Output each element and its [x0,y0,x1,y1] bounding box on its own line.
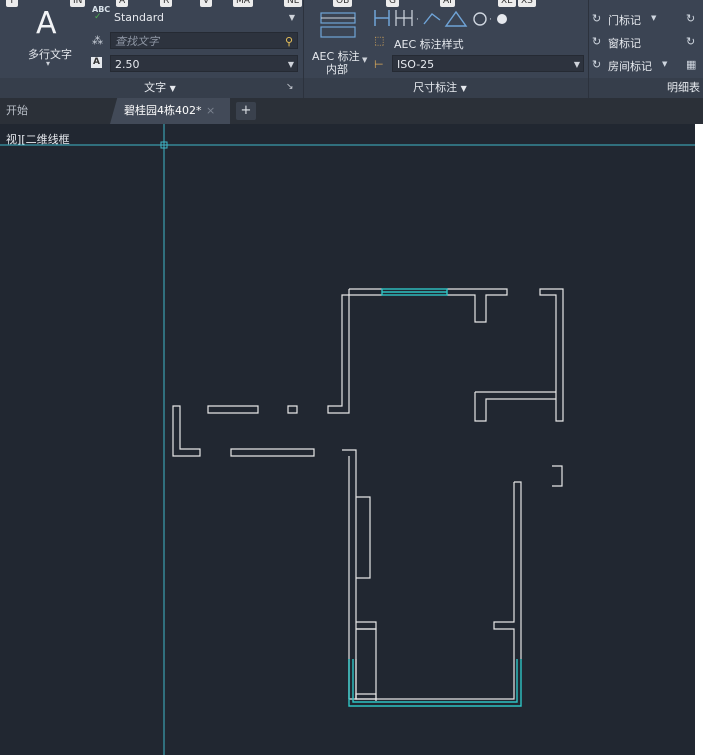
chevron-down-icon: ▼ [651,14,657,22]
wall-segment [447,288,508,323]
find-text-icon: ⁂ [92,34,103,47]
mtext-dropdown-icon: ▾ [46,59,51,68]
text-style-value: Standard [114,11,165,24]
wall-segment [493,481,522,659]
dimension-tools-icons[interactable]: · · [372,6,522,28]
room-mark-icon: ↻ [592,58,602,71]
big-text-icon: A [36,6,57,41]
shortcut-key: R [160,0,173,7]
chevron-down-icon: ▼ [460,84,467,93]
spell-check-mark-icon: ✓ [94,12,102,22]
tab-start[interactable]: 开始 [0,98,110,124]
dimension-style-value: ISO-25 [397,58,435,71]
dim-style-icon: ⊢ [374,58,384,71]
dimension-panel-title-label: 尺寸标注 [413,81,458,94]
text-panel-title-label: 文字 [144,81,167,94]
ribbon: T IN A R V MA NE A 多行文字 ▾ ABC ✓ Standard… [0,0,703,98]
window-lines [348,288,522,707]
chevron-down-icon: ▼ [169,84,176,93]
svg-text:·: · [489,15,492,25]
panel-separator [303,0,304,98]
floor-plan-drawing[interactable] [0,124,703,755]
text-height-combo[interactable]: 2.50 ▼ [110,55,298,72]
wall-segment [355,659,515,700]
find-text-placeholder: 查找文字 [115,35,159,48]
tab-drawing-label: 碧桂园4栋402* [124,104,202,117]
dimension-panel-title[interactable]: 尺寸标注 ▼ [380,79,500,97]
text-height-icon: A [91,57,102,68]
wall-segment [230,448,315,457]
document-tab-bar: 开始 碧桂园4栋402* × + [0,98,703,124]
aec-dimension-sublabel: 内部 [326,63,348,76]
add-tab-button[interactable]: + [236,102,256,120]
aec-dimension-button[interactable]: AEC 标注 内部 ▼ [308,6,368,76]
wall-segment [342,449,377,700]
window-mark-button[interactable]: 窗标记 [608,35,641,51]
text-style-combo[interactable]: Standard ▼ [110,9,298,26]
aec-style-label[interactable]: AEC 标注样式 [394,36,464,52]
find-text-input[interactable]: 查找文字 ⚲ [110,32,298,49]
shortcut-key: T [6,0,18,7]
cad-application: T IN A R V MA NE A 多行文字 ▾ ABC ✓ Standard… [0,0,703,755]
close-icon[interactable]: × [206,98,215,124]
wall-segment [287,405,298,414]
wall-segment [474,391,556,422]
svg-text:·: · [416,15,419,25]
chevron-down-icon: ▼ [362,56,368,64]
chevron-down-icon: ▼ [573,60,580,69]
wall-segment [356,496,371,579]
screen-edge [695,124,703,755]
shortcut-key: MA [233,0,253,7]
text-panel-title[interactable]: 文字 ▼ [100,79,220,97]
wall-segment [327,288,382,414]
shortcut-key: V [200,0,213,7]
shortcut-key: A [116,0,129,7]
overflow-icon: ↻ [686,35,696,48]
overflow-icon: ↻ [686,12,696,25]
shortcut-key: NE [284,0,303,7]
text-height-value: 2.50 [115,58,140,71]
dialog-launcher-icon[interactable]: ↘ [286,82,294,92]
aec-style-icon: ⬚ [374,34,385,47]
door-mark-button[interactable]: 门标记 [608,12,641,28]
wall-segment [172,405,201,457]
chevron-down-icon: ▼ [287,60,294,69]
table-icon: ▦ [686,58,697,71]
panel-separator [588,0,589,98]
room-mark-button[interactable]: 房间标记 [608,58,652,74]
chevron-down-icon: ▼ [288,13,295,22]
wall-segment [207,405,259,414]
wall-lines [172,288,564,701]
window-mark-icon: ↻ [592,35,602,48]
schedule-panel-title[interactable]: 明细表 [650,79,700,97]
mtext-button[interactable]: A 多行文字 ▾ [24,4,84,74]
wall-segment [539,288,564,422]
dimension-style-combo[interactable]: ISO-25 ▼ [392,55,584,72]
find-icon[interactable]: ⚲ [285,33,293,50]
wall-segment [552,465,563,487]
door-mark-icon: ↻ [592,12,602,25]
aec-dimension-icon [320,12,356,38]
chevron-down-icon: ▼ [662,60,668,68]
